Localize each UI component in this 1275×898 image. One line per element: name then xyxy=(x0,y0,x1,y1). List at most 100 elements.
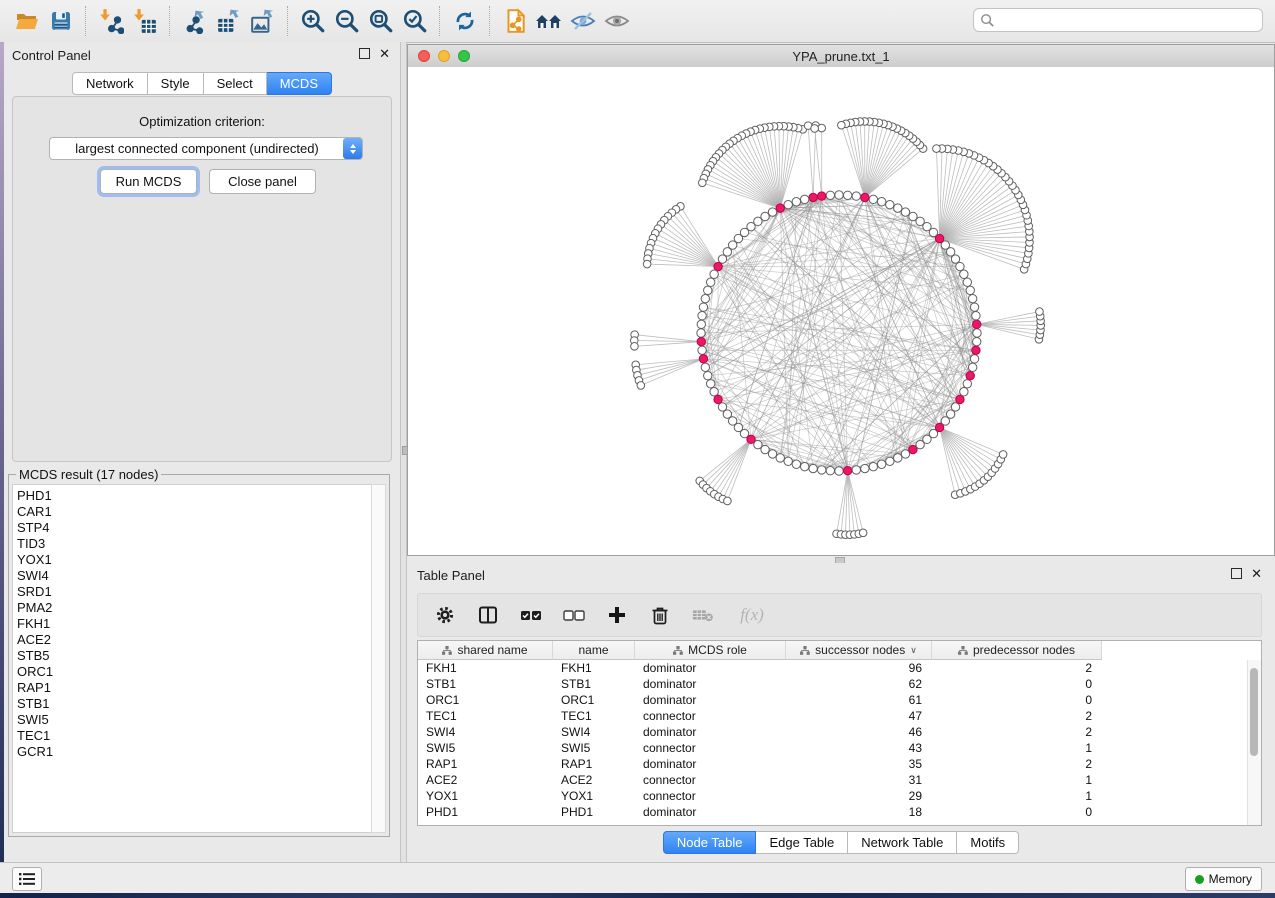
mcds-result-item[interactable]: PMA2 xyxy=(17,600,372,616)
tab-select[interactable]: Select xyxy=(204,72,267,95)
table-cell[interactable]: 31 xyxy=(786,772,932,788)
tab-network-table[interactable]: Network Table xyxy=(848,831,957,854)
network-window-titlebar[interactable]: YPA_prune.txt_1 xyxy=(408,45,1274,68)
table-cell[interactable]: STB1 xyxy=(418,676,553,692)
mcds-result-item[interactable]: GCR1 xyxy=(17,744,372,760)
table-cell[interactable]: ORC1 xyxy=(418,692,553,708)
mcds-result-item[interactable]: FKH1 xyxy=(17,616,372,632)
network-canvas[interactable] xyxy=(408,67,1274,555)
mcds-result-item[interactable]: ACE2 xyxy=(17,632,372,648)
table-cell[interactable]: connector xyxy=(635,788,786,804)
table-scrollbar[interactable] xyxy=(1247,660,1261,825)
apply-layout-button[interactable] xyxy=(448,4,482,38)
table-cell[interactable]: FKH1 xyxy=(418,660,553,676)
tab-motifs[interactable]: Motifs xyxy=(957,831,1019,854)
table-cell[interactable]: 2 xyxy=(932,724,1102,740)
table-cell[interactable]: SWI5 xyxy=(553,740,635,756)
table-cell[interactable]: 2 xyxy=(932,756,1102,772)
export-image-button[interactable] xyxy=(246,4,280,38)
table-cell[interactable]: 62 xyxy=(786,676,932,692)
table-cell[interactable]: 0 xyxy=(932,692,1102,708)
show-networks-button[interactable] xyxy=(532,4,566,38)
zoom-fit-button[interactable] xyxy=(364,4,398,38)
table-cell[interactable]: 43 xyxy=(786,740,932,756)
column-header-shared-name[interactable]: shared name xyxy=(418,641,553,660)
mcds-result-item[interactable]: TEC1 xyxy=(17,728,372,744)
mcds-result-item[interactable]: SRD1 xyxy=(17,584,372,600)
table-cell[interactable]: FKH1 xyxy=(553,660,635,676)
table-row[interactable]: PHD1PHD1dominator180 xyxy=(418,804,1248,820)
table-cell[interactable]: dominator xyxy=(635,804,786,820)
table-cell[interactable]: dominator xyxy=(635,692,786,708)
table-row[interactable]: SWI5SWI5connector431 xyxy=(418,740,1248,756)
export-table-button[interactable] xyxy=(212,4,246,38)
table-cell[interactable]: 2 xyxy=(932,660,1102,676)
open-session-button[interactable] xyxy=(10,4,44,38)
hide-panels-button[interactable] xyxy=(566,4,600,38)
mcds-result-item[interactable]: STB5 xyxy=(17,648,372,664)
table-cell[interactable]: 1 xyxy=(932,772,1102,788)
close-panel-button[interactable]: Close panel xyxy=(209,169,316,194)
deselect-all-rows-button[interactable] xyxy=(563,604,585,626)
table-cell[interactable]: connector xyxy=(635,772,786,788)
table-cell[interactable]: ACE2 xyxy=(553,772,635,788)
optimization-criterion-select[interactable]: largest connected component (undirected) xyxy=(49,137,363,160)
table-cell[interactable]: ACE2 xyxy=(418,772,553,788)
export-network-button[interactable] xyxy=(178,4,212,38)
table-cell[interactable]: 18 xyxy=(786,804,932,820)
tab-mcds[interactable]: MCDS xyxy=(267,72,332,95)
table-cell[interactable]: 0 xyxy=(932,804,1102,820)
float-panel-icon[interactable] xyxy=(359,48,370,59)
table-cell[interactable]: 46 xyxy=(786,724,932,740)
search-input[interactable] xyxy=(999,12,1262,28)
table-cell[interactable]: 61 xyxy=(786,692,932,708)
mcds-result-item[interactable]: CAR1 xyxy=(17,504,372,520)
table-cell[interactable]: TEC1 xyxy=(418,708,553,724)
table-cell[interactable]: 96 xyxy=(786,660,932,676)
table-cell[interactable]: dominator xyxy=(635,724,786,740)
table-cell[interactable]: RAP1 xyxy=(553,756,635,772)
delete-column-button[interactable] xyxy=(649,604,671,626)
mcds-result-item[interactable]: RAP1 xyxy=(17,680,372,696)
import-network-button[interactable] xyxy=(94,4,128,38)
network-file-button[interactable] xyxy=(498,4,532,38)
table-cell[interactable]: connector xyxy=(635,708,786,724)
network-graph[interactable] xyxy=(408,67,1274,555)
vertical-splitter[interactable] xyxy=(400,42,407,862)
show-panels-button[interactable] xyxy=(600,4,634,38)
select-all-rows-button[interactable] xyxy=(520,604,542,626)
table-cell[interactable]: 29 xyxy=(786,788,932,804)
float-panel-icon[interactable] xyxy=(1231,568,1242,579)
mcds-result-item[interactable]: PHD1 xyxy=(17,488,372,504)
delete-table-button[interactable] xyxy=(692,604,714,626)
mcds-result-item[interactable]: TID3 xyxy=(17,536,372,552)
mcds-result-item[interactable]: YOX1 xyxy=(17,552,372,568)
table-row[interactable]: ORC1ORC1dominator610 xyxy=(418,692,1248,708)
table-cell[interactable]: 1 xyxy=(932,788,1102,804)
table-cell[interactable]: ORC1 xyxy=(553,692,635,708)
tab-node-table[interactable]: Node Table xyxy=(663,831,757,854)
mcds-list-scrollbar[interactable] xyxy=(371,484,386,833)
column-header-predecessor-nodes[interactable]: predecessor nodes xyxy=(932,641,1102,660)
tab-style[interactable]: Style xyxy=(148,72,204,95)
table-row[interactable]: FKH1FKH1dominator962 xyxy=(418,660,1248,676)
mcds-result-list[interactable]: PHD1CAR1STP4TID3YOX1SWI4SRD1PMA2FKH1ACE2… xyxy=(12,484,373,833)
table-row[interactable]: RAP1RAP1dominator352 xyxy=(418,756,1248,772)
table-row[interactable]: SWI4SWI4dominator462 xyxy=(418,724,1248,740)
table-row[interactable]: TEC1TEC1connector472 xyxy=(418,708,1248,724)
task-history-button[interactable] xyxy=(12,867,42,891)
tab-edge-table[interactable]: Edge Table xyxy=(756,831,848,854)
function-builder-button[interactable]: f(x) xyxy=(735,604,769,626)
table-row[interactable]: ACE2ACE2connector311 xyxy=(418,772,1248,788)
table-cell[interactable]: PHD1 xyxy=(553,804,635,820)
import-table-button[interactable] xyxy=(128,4,162,38)
table-cell[interactable]: connector xyxy=(635,740,786,756)
run-mcds-button[interactable]: Run MCDS xyxy=(100,169,197,194)
mcds-result-item[interactable]: ORC1 xyxy=(17,664,372,680)
column-header-name[interactable]: name xyxy=(553,641,635,660)
table-cell[interactable]: 1 xyxy=(932,740,1102,756)
create-column-button[interactable] xyxy=(606,604,628,626)
column-header-successor-nodes[interactable]: successor nodes∨ xyxy=(786,641,932,660)
show-columns-button[interactable] xyxy=(477,604,499,626)
memory-button[interactable]: Memory xyxy=(1185,867,1262,891)
